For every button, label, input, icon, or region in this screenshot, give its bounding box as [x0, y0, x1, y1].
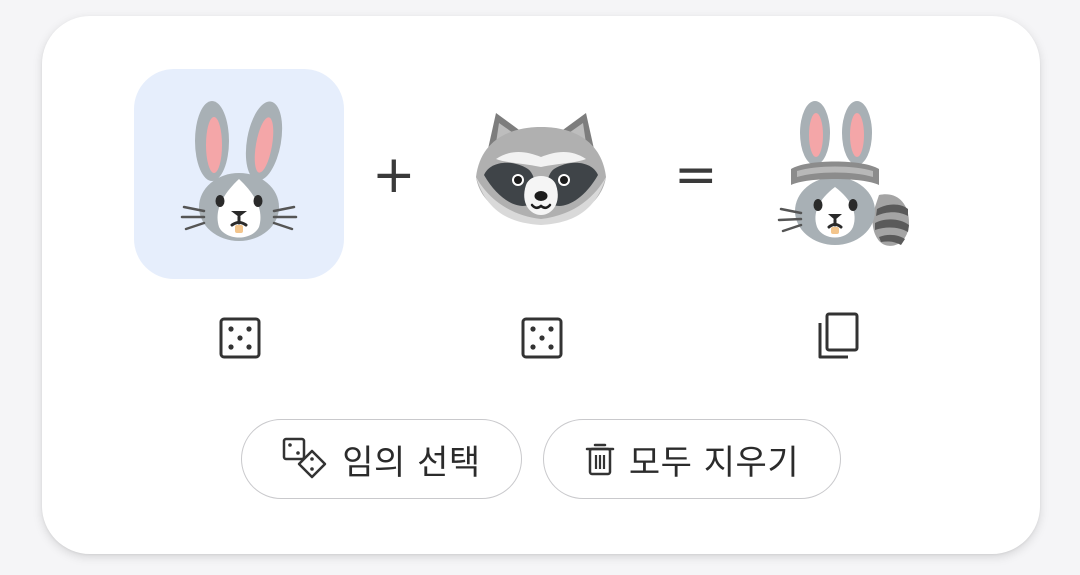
emoji-slot-left[interactable] [134, 69, 344, 279]
dice-icon [521, 317, 563, 359]
rabbit-raccoon-mashup-emoji [777, 101, 909, 246]
copy-icon [818, 312, 859, 359]
random-right-button[interactable] [516, 312, 568, 364]
dice-icon [219, 317, 261, 359]
trash-icon [585, 443, 615, 476]
clear-all-button[interactable]: 모두 지우기 [543, 419, 841, 499]
random-left-button[interactable] [214, 312, 266, 364]
copy-result-button[interactable] [812, 310, 864, 362]
dice-pair-icon [283, 437, 327, 479]
emoji-result[interactable] [737, 69, 947, 279]
rabbit-face-emoji [180, 101, 298, 241]
clear-all-label: 모두 지우기 [628, 442, 800, 483]
raccoon-face-emoji [476, 113, 606, 225]
plus-symbol: + [372, 145, 416, 205]
emoji-slot-right[interactable] [436, 69, 646, 279]
random-select-label: 임의 선택 [342, 442, 481, 483]
random-select-button[interactable]: 임의 선택 [241, 419, 522, 499]
emoji-kitchen-card: + = 임의 선택 모두 지우기 [42, 16, 1040, 554]
equals-symbol: = [674, 145, 718, 205]
